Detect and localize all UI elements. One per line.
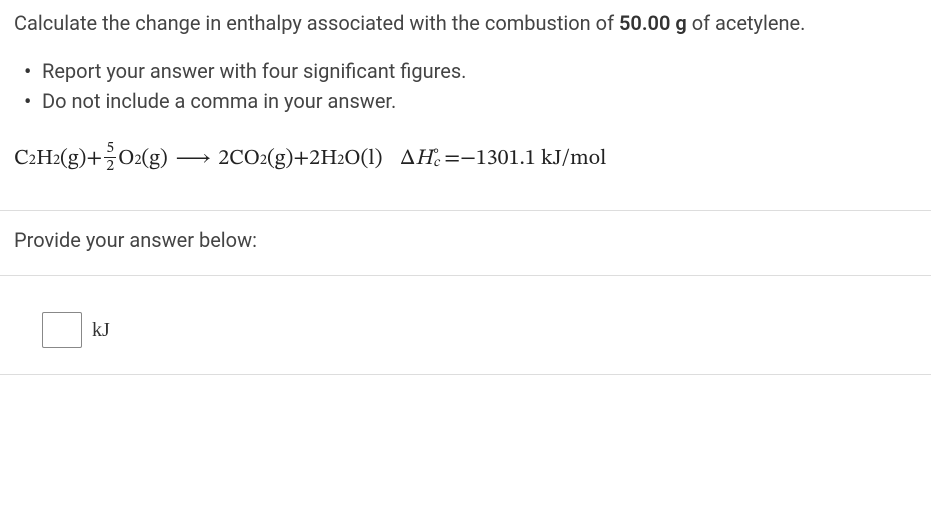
eq-subsup: ∘c [432, 148, 444, 170]
question-intro: Calculate the change in enthalpy associa… [14, 8, 917, 38]
intro-before: Calculate the change in enthalpy associa… [14, 11, 619, 35]
eq-text: CO [229, 143, 260, 176]
eq-plus: + [293, 143, 309, 176]
product-2: 2 H2O(l) [309, 143, 382, 176]
eq-text: H [36, 143, 53, 176]
frac-den: 2 [104, 158, 116, 175]
eq-coef: 2 [309, 143, 320, 176]
arrow-icon: ⟶ [176, 143, 210, 176]
reactant-2: O2(g) [118, 143, 168, 176]
eq-delta: Δ [400, 143, 415, 176]
delta-h: ΔH∘c [400, 143, 444, 176]
eq-text: C [14, 143, 29, 176]
eq-text: O [344, 143, 360, 176]
eq-phase: (g) [60, 143, 86, 176]
eq-phase: (l) [360, 143, 382, 176]
eq-coef: 2 [218, 143, 229, 176]
fraction: 5 2 [104, 140, 116, 174]
eq-plus: + [86, 143, 102, 176]
divider [0, 374, 931, 375]
answer-input[interactable] [42, 312, 82, 348]
eq-value: −1301.1 kJ/mol [460, 143, 606, 176]
frac-num: 5 [104, 140, 116, 158]
eq-phase: (g) [267, 143, 293, 176]
eq-text: H [320, 143, 337, 176]
eq-equals: = [444, 143, 460, 176]
equation: C2H2(g) + 5 2 O2(g) ⟶ 2 CO2(g) + 2 H2O(l… [14, 142, 917, 176]
answer-prompt: Provide your answer below: [14, 211, 917, 265]
instruction-item: Report your answer with four significant… [42, 56, 917, 86]
answer-area: kJ [14, 276, 917, 374]
reactant-1: C2H2(g) [14, 143, 86, 176]
eq-text: O [118, 143, 134, 176]
unit-label: kJ [92, 315, 110, 345]
intro-after: of acetylene. [687, 11, 806, 35]
eq-subc: c [433, 154, 439, 174]
instruction-item: Do not include a comma in your answer. [42, 86, 917, 116]
eq-H: H [415, 143, 432, 176]
instruction-list: Report your answer with four significant… [14, 56, 917, 116]
intro-mass: 50.00 g [619, 11, 687, 35]
eq-phase: (g) [141, 143, 167, 176]
product-1: 2 CO2(g) [218, 143, 293, 176]
